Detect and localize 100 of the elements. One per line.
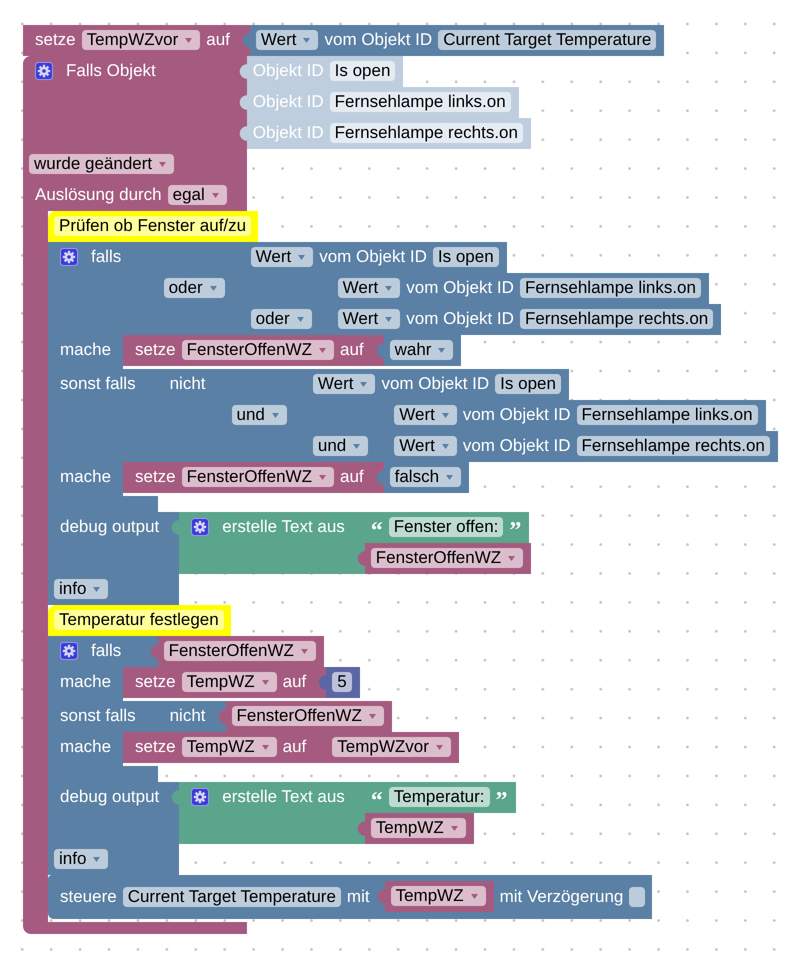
attribute-dropdown[interactable]: Wert — [394, 405, 457, 425]
text-block[interactable]: “ Temperatur: ” — [364, 782, 516, 813]
attribute-dropdown[interactable]: Wert — [312, 374, 376, 394]
close-quote: ” — [496, 787, 508, 807]
object-id-field[interactable]: Fernsehlampe rechts.on — [576, 436, 770, 456]
object-id-field[interactable]: Fernsehlampe rechts.on — [330, 123, 523, 143]
text-field[interactable]: Fenster offen: — [388, 517, 504, 537]
if-label: falls — [91, 641, 122, 661]
object-id-field[interactable]: Fernsehlampe links.on — [520, 278, 701, 298]
control-block[interactable]: steuere Current Target Temperature mit TempWZ mit Verzögerung — [48, 875, 652, 919]
debug-output-block[interactable]: debug output info erstelle Text aus “ Fenster offen: ” FensterOffenWZ — [48, 512, 532, 605]
object-id-label: Objekt ID — [252, 92, 324, 112]
log-level-dropdown[interactable]: info — [54, 849, 108, 869]
log-level-dropdown[interactable]: info — [54, 579, 108, 599]
caret-icon — [442, 444, 449, 448]
if-label: falls — [91, 247, 122, 267]
boolean-block[interactable]: wahr — [374, 335, 462, 366]
object-id-field[interactable]: Current Target Temperature — [438, 30, 656, 50]
gear-icon[interactable] — [191, 518, 210, 536]
variable-block[interactable]: TempWZ — [376, 881, 494, 912]
caret-icon — [438, 348, 446, 352]
comment-block[interactable]: Temperatur festlegen — [48, 605, 231, 636]
set-variable-block[interactable]: setze TempWZvor auf Wert vom Objekt ID Current Target Temperature — [23, 25, 664, 56]
variable-block[interactable]: FensterOffenWZ — [148, 636, 324, 667]
object-id-label: Objekt ID — [252, 61, 324, 81]
boolean-block[interactable]: falsch — [374, 462, 470, 493]
comment-field[interactable]: Temperatur festlegen — [54, 610, 224, 630]
trigger-dropdown[interactable]: egal — [168, 185, 227, 205]
to-label: auf — [282, 672, 306, 692]
debug-output-block[interactable]: debug output info erstelle Text aus “ Temperatur: ” TempWZ — [48, 782, 516, 875]
object-id-field[interactable]: Is open — [330, 61, 396, 81]
object-id-label: vom Objekt ID — [381, 374, 490, 394]
condition-dropdown[interactable]: wurde geändert — [29, 154, 174, 174]
attribute-dropdown[interactable]: Wert — [250, 247, 314, 267]
object-value-block[interactable]: Wert vom Objekt ID Current Target Temperature — [240, 25, 664, 56]
caret-icon — [298, 254, 306, 260]
attribute-dropdown[interactable]: Wert — [338, 309, 400, 329]
object-trigger-block[interactable] — [23, 56, 778, 934]
variable-dropdown[interactable]: TempWZvor — [332, 737, 451, 757]
else-if-label: sonst falls — [60, 374, 136, 394]
operator-dropdown[interactable]: und — [232, 405, 287, 425]
gear-icon[interactable] — [191, 788, 210, 806]
variable-dropdown[interactable]: FensterOffenWZ — [232, 706, 384, 726]
operator-dropdown[interactable]: oder — [164, 278, 225, 298]
gear-icon[interactable] — [60, 248, 78, 266]
object-id-block[interactable]: Objekt ID Is open — [238, 56, 404, 87]
comment-field[interactable]: Prüfen ob Fenster auf/zu — [54, 216, 252, 236]
caret-icon — [318, 474, 326, 480]
open-quote: “ — [370, 517, 383, 537]
operator-dropdown[interactable]: oder — [250, 309, 312, 329]
not-block[interactable]: nicht FensterOffenWZ — [148, 701, 392, 732]
variable-dropdown[interactable]: FensterOffenWZ — [182, 467, 334, 487]
if-block[interactable]: falls mache sonst falls mache FensterOffenWZ setze TempWZ auf 5 nicht FensterOffenWZ setze TempWZ auf TempWZvor — [48, 636, 459, 782]
to-label: auf — [340, 340, 364, 360]
caret-icon — [450, 826, 458, 830]
object-id-block[interactable]: Objekt ID Fernsehlampe rechts.on — [238, 118, 531, 149]
variable-dropdown[interactable]: FensterOffenWZ — [182, 340, 334, 360]
caret-icon — [436, 744, 443, 750]
attribute-dropdown[interactable]: Wert — [338, 278, 400, 298]
text-field[interactable]: Temperatur: — [388, 787, 490, 807]
variable-dropdown[interactable]: FensterOffenWZ — [164, 641, 316, 661]
object-id-label: vom Objekt ID — [319, 247, 427, 267]
if-block[interactable] — [48, 242, 778, 512]
object-id-label: vom Objekt ID — [406, 278, 514, 298]
object-id-field[interactable]: Is open — [432, 247, 499, 267]
to-label: auf — [340, 467, 364, 487]
object-id-block[interactable]: Objekt ID Fernsehlampe links.on — [238, 87, 519, 118]
text-block[interactable]: “ Fenster offen: ” — [364, 512, 530, 543]
object-id-field[interactable]: Is open — [495, 374, 561, 394]
boolean-dropdown[interactable]: wahr — [390, 340, 454, 360]
variable-block[interactable]: FensterOffenWZ — [216, 701, 392, 732]
variable-dropdown[interactable]: FensterOffenWZ — [370, 548, 524, 568]
caret-icon — [210, 286, 217, 290]
variable-block[interactable]: FensterOffenWZ — [356, 543, 532, 574]
attribute-dropdown[interactable]: Wert — [256, 30, 318, 50]
object-id-field[interactable]: Fernsehlampe rechts.on — [520, 309, 714, 329]
variable-dropdown[interactable]: TempWZ — [370, 818, 466, 838]
operator-dropdown[interactable]: und — [312, 436, 368, 456]
variable-dropdown[interactable]: TempWZvor — [82, 30, 200, 50]
object-id-field[interactable]: Current Target Temperature — [122, 886, 341, 906]
delay-checkbox[interactable] — [629, 886, 646, 906]
object-id-field[interactable]: Fernsehlampe links.on — [576, 405, 758, 425]
variable-dropdown[interactable]: TempWZ — [182, 672, 277, 692]
delay-label: mit Verzögerung — [500, 886, 624, 906]
caret-icon — [212, 192, 219, 198]
variable-dropdown[interactable]: TempWZ — [390, 886, 486, 906]
comment-block[interactable]: Prüfen ob Fenster auf/zu — [48, 211, 258, 242]
set-label: setze — [135, 467, 176, 487]
gear-icon[interactable] — [60, 642, 78, 660]
object-id-field[interactable]: Fernsehlampe links.on — [330, 92, 511, 112]
number-block[interactable]: 5 — [317, 667, 360, 698]
number-field[interactable]: 5 — [332, 672, 352, 692]
variable-block[interactable]: TempWZ — [356, 813, 474, 844]
attribute-dropdown[interactable]: Wert — [394, 436, 457, 456]
do-label: mache — [60, 737, 112, 757]
caret-icon — [272, 412, 279, 418]
gear-icon[interactable] — [35, 62, 53, 80]
boolean-dropdown[interactable]: falsch — [390, 467, 462, 487]
not-label: nicht — [170, 706, 206, 726]
variable-dropdown[interactable]: TempWZ — [182, 737, 277, 757]
